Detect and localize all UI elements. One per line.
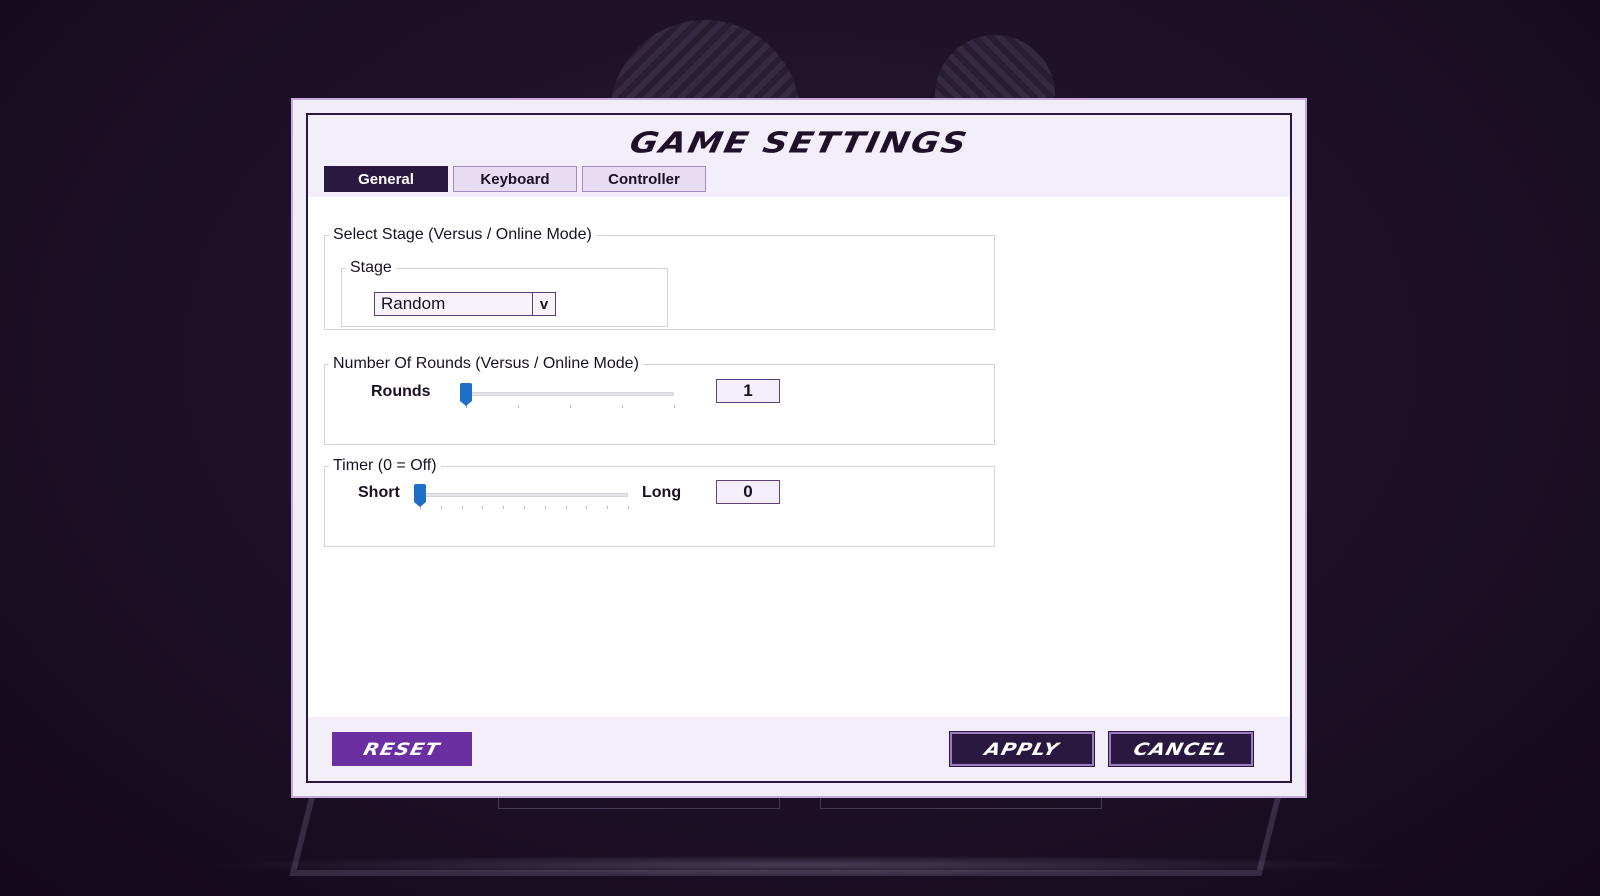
- slider-thumb[interactable]: [460, 383, 472, 406]
- slider-ticks: [420, 506, 629, 509]
- rounds-group-legend: Number Of Rounds (Versus / Online Mode): [333, 355, 639, 372]
- stage-subgroup-legend: Stage: [350, 259, 392, 276]
- stage-group: Select Stage (Versus / Online Mode) Stag…: [324, 226, 995, 330]
- slider-tick: [628, 506, 629, 509]
- background-glow: [200, 855, 1400, 875]
- apply-button[interactable]: APPLY: [949, 731, 1095, 767]
- slider-tick: [565, 506, 567, 509]
- slider-tick: [524, 506, 525, 509]
- timer-group: Timer (0 = Off) Short Long 0: [324, 457, 995, 547]
- tab-keyboard[interactable]: Keyboard: [453, 166, 577, 192]
- stage-group-legend: Select Stage (Versus / Online Mode): [333, 226, 592, 243]
- dialog-title: GAME SETTINGS: [626, 126, 972, 160]
- general-tab-content: Select Stage (Versus / Online Mode) Stag…: [308, 197, 1290, 717]
- timer-value: 0: [716, 480, 780, 504]
- tab-general[interactable]: General: [324, 166, 448, 192]
- reset-button-label: RESET: [361, 738, 443, 760]
- apply-button-label: APPLY: [982, 738, 1062, 760]
- slider-tick: [503, 506, 505, 509]
- timer-min-label: Short: [358, 484, 400, 501]
- slider-thumb[interactable]: [414, 484, 426, 507]
- cancel-button[interactable]: CANCEL: [1108, 731, 1254, 767]
- slider-ticks: [466, 405, 675, 408]
- cancel-button-label: CANCEL: [1131, 738, 1231, 760]
- timer-group-legend: Timer (0 = Off): [333, 457, 437, 474]
- timer-max-label: Long: [642, 484, 682, 501]
- rounds-label: Rounds: [371, 383, 431, 400]
- slider-tick: [586, 506, 588, 509]
- rounds-group: Number Of Rounds (Versus / Online Mode) …: [324, 355, 995, 445]
- timer-slider[interactable]: [414, 482, 629, 512]
- slider-track: [466, 392, 674, 396]
- slider-tick: [607, 506, 609, 509]
- reset-button[interactable]: RESET: [332, 732, 472, 766]
- game-settings-dialog: GAME SETTINGS General Keyboard Controlle…: [291, 98, 1307, 798]
- slider-tick: [544, 506, 546, 509]
- slider-tick: [570, 405, 571, 408]
- tab-controller[interactable]: Controller: [582, 166, 706, 192]
- slider-tick: [622, 405, 623, 408]
- slider-tick: [674, 405, 675, 408]
- slider-tick: [518, 405, 519, 408]
- slider-tick: [440, 506, 442, 509]
- dropdown-arrow-icon[interactable]: v: [532, 293, 555, 315]
- stage-select[interactable]: Random v: [374, 292, 556, 316]
- dialog-frame: GAME SETTINGS General Keyboard Controlle…: [306, 113, 1292, 783]
- slider-track: [420, 493, 628, 497]
- slider-tick: [482, 506, 484, 509]
- stage-subgroup: Stage Random v: [341, 259, 668, 327]
- stage-select-value: Random: [381, 294, 446, 313]
- rounds-slider[interactable]: [460, 381, 675, 411]
- slider-tick: [461, 506, 463, 509]
- rounds-value: 1: [716, 379, 780, 403]
